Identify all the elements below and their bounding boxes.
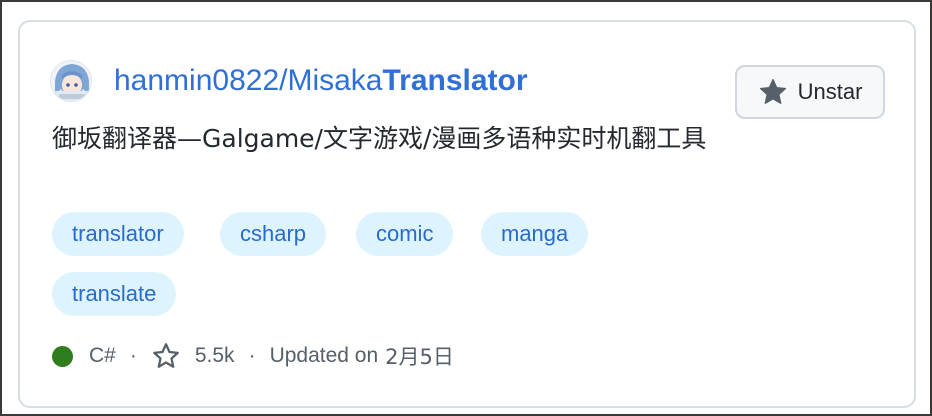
stargazers-link[interactable]: 5.5k bbox=[151, 341, 235, 371]
star-count: 5.5k bbox=[194, 344, 235, 367]
repo-language: C# bbox=[89, 344, 116, 367]
repo-title-link[interactable]: hanmin0822/MisakaTranslator bbox=[114, 62, 528, 100]
star-filled-icon bbox=[759, 79, 786, 104]
language-color-dot bbox=[52, 345, 73, 367]
repo-owner: hanmin0822/Misaka bbox=[114, 64, 383, 97]
updated-label: Updated on bbox=[269, 344, 379, 367]
meta-separator: · bbox=[248, 344, 256, 367]
window-frame: hanmin0822/MisakaTranslator Unstar 御坂翻译器… bbox=[2, 2, 930, 414]
topic-tag-csharp[interactable]: csharp bbox=[220, 212, 327, 256]
repo-description: 御坂翻译器—Galgame/文字游戏/漫画多语种实时机翻工具 bbox=[52, 124, 707, 153]
unstar-label: Unstar bbox=[797, 79, 863, 104]
repo-name: Translator bbox=[382, 64, 528, 97]
topic-tag-translator[interactable]: translator bbox=[52, 212, 184, 256]
avatar-image bbox=[51, 61, 91, 101]
repo-card: hanmin0822/MisakaTranslator Unstar 御坂翻译器… bbox=[18, 20, 916, 408]
unstar-button[interactable]: Unstar bbox=[735, 65, 885, 119]
owner-avatar[interactable] bbox=[50, 60, 92, 102]
meta-separator: · bbox=[129, 344, 137, 367]
updated-date: 2月5日 bbox=[385, 345, 454, 369]
topic-tag-manga[interactable]: manga bbox=[481, 212, 589, 256]
topic-tag-translate[interactable]: translate bbox=[52, 272, 177, 316]
topic-tag-comic[interactable]: comic bbox=[356, 212, 454, 256]
repo-meta: C# · 5.5k · Updated on 2月5日 bbox=[52, 340, 454, 372]
star-outline-icon bbox=[152, 343, 179, 368]
